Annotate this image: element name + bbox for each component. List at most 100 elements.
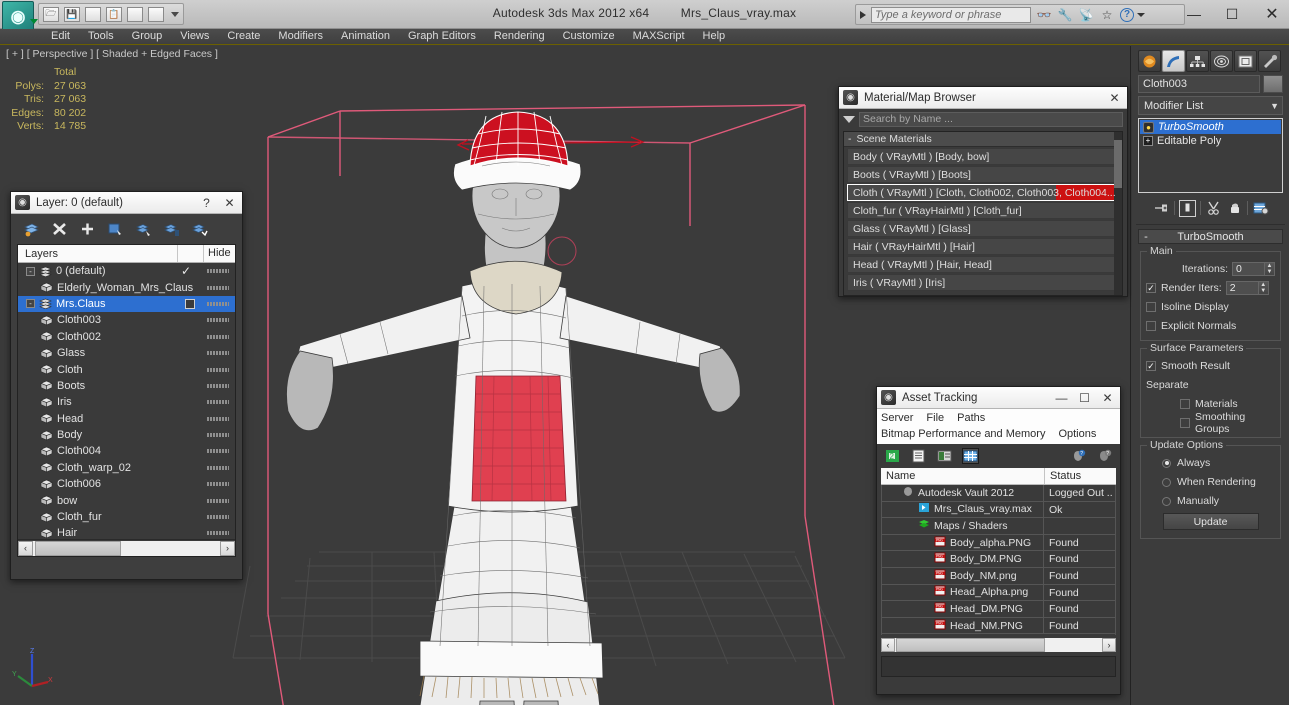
help-icon[interactable]: ? xyxy=(1120,7,1134,22)
render-iters-checkbox[interactable]: ✓ xyxy=(1146,283,1156,293)
menu-item-create[interactable]: Create xyxy=(218,29,269,44)
asset-menu-bitmap-performance[interactable]: Bitmap Performance and Memory xyxy=(881,428,1045,440)
utilities-tab-icon[interactable] xyxy=(1258,50,1281,72)
layer-horizontal-scrollbar[interactable]: ‹ › xyxy=(18,539,235,556)
satellite-icon[interactable]: 📡 xyxy=(1078,8,1094,22)
asset-maximize-button[interactable]: ☐ xyxy=(1076,390,1093,406)
isoline-display-row[interactable]: Isoline Display xyxy=(1146,299,1275,315)
layer-manager-dialog[interactable]: ◉ Layer: 0 (default) ? ✕ Layers Hide - 0… xyxy=(10,191,243,580)
menu-item-customize[interactable]: Customize xyxy=(554,29,624,44)
isoline-display-checkbox[interactable] xyxy=(1146,302,1156,312)
always-row[interactable]: Always xyxy=(1146,455,1275,471)
add-selection-to-layer-icon[interactable] xyxy=(163,221,180,237)
layer-hide-toggle[interactable] xyxy=(207,367,229,372)
scene-materials-collapse-icon[interactable]: - xyxy=(848,133,852,145)
motion-tab-icon[interactable] xyxy=(1210,50,1233,72)
menu-item-tools[interactable]: Tools xyxy=(79,29,123,44)
menu-item-maxscript[interactable]: MAXScript xyxy=(624,29,694,44)
list-view-icon[interactable] xyxy=(910,448,927,464)
scene-materials-group-header[interactable]: - Scene Materials xyxy=(844,132,1122,147)
update-button[interactable]: Update xyxy=(1162,513,1259,530)
lightbulb-icon[interactable]: ● xyxy=(1143,121,1154,133)
asset-scroll-thumb[interactable] xyxy=(896,637,1046,652)
layer-hide-toggle[interactable] xyxy=(207,318,229,323)
asset-close-button[interactable]: ✕ xyxy=(1099,390,1116,406)
layer-row[interactable]: Cloth xyxy=(18,361,235,377)
maximize-button[interactable]: ☐ xyxy=(1213,2,1251,26)
explicit-normals-row[interactable]: Explicit Normals xyxy=(1146,318,1275,334)
layer-expand-icon[interactable]: - xyxy=(26,299,35,309)
layer-scroll-right-icon[interactable]: › xyxy=(220,540,235,556)
viewport-label[interactable]: [ + ] [ Perspective ] [ Shaded + Edged F… xyxy=(6,48,218,60)
menu-item-animation[interactable]: Animation xyxy=(332,29,399,44)
matbrowser-title-bar[interactable]: ◉ Material/Map Browser ✕ xyxy=(839,87,1127,109)
asset-row[interactable]: Autodesk Vault 2012 Logged Out .. xyxy=(882,485,1115,502)
layer-row[interactable]: Hair xyxy=(18,525,235,539)
material-item[interactable]: Iris ( VRayMtl ) [Iris] xyxy=(847,274,1119,291)
expand-plus-icon[interactable]: + xyxy=(1143,136,1153,146)
search-expand-icon[interactable] xyxy=(860,10,866,19)
smooth-result-checkbox[interactable]: ✓ xyxy=(1146,361,1156,371)
layer-row[interactable]: - Mrs.Claus xyxy=(18,295,235,313)
iterations-spinner[interactable]: 0 ▲ ▼ xyxy=(1232,262,1275,276)
matbrowser-search-input[interactable]: Search by Name ... xyxy=(859,111,1123,127)
layer-hide-toggle[interactable] xyxy=(207,449,229,454)
when-rendering-row[interactable]: When Rendering xyxy=(1146,474,1275,490)
menu-item-views[interactable]: Views xyxy=(171,29,218,44)
menu-item-help[interactable]: Help xyxy=(694,29,735,44)
render-iters-value[interactable]: 2 xyxy=(1225,281,1259,295)
grid-view-icon[interactable] xyxy=(962,448,979,464)
layer-expand-icon[interactable]: - xyxy=(26,266,35,276)
matbrowser-vertical-scrollbar[interactable] xyxy=(1114,132,1122,295)
layer-row[interactable]: Cloth003 xyxy=(18,312,235,328)
star-icon[interactable]: ☆ xyxy=(1099,8,1115,22)
layer-scroll-left-icon[interactable]: ‹ xyxy=(18,540,33,556)
current-layer-check-icon[interactable]: ✓ xyxy=(181,264,191,278)
asset-title-bar[interactable]: ◉ Asset Tracking — ☐ ✕ xyxy=(877,387,1120,409)
help-dropdown-icon[interactable] xyxy=(1137,12,1145,17)
modifier-stack-item-turbosmooth[interactable]: ● TurboSmooth xyxy=(1140,120,1281,134)
iterations-spinner-arrows[interactable]: ▲ ▼ xyxy=(1265,262,1275,276)
layer-row[interactable]: Cloth_warp_02 xyxy=(18,460,235,476)
layer-help-button[interactable]: ? xyxy=(198,195,215,211)
asset-table-rows[interactable]: Autodesk Vault 2012 Logged Out .. Mrs_Clau… xyxy=(881,485,1116,635)
vault-checkout-icon[interactable]: ? xyxy=(1096,448,1113,464)
layer-hide-toggle[interactable] xyxy=(207,531,229,536)
material-item[interactable]: Boots ( VRayMtl ) [Boots] xyxy=(847,166,1119,183)
asset-row[interactable]: PNG Head_NM.PNG Found xyxy=(882,617,1115,635)
asset-row[interactable]: Maps / Shaders xyxy=(882,518,1115,535)
layer-close-button[interactable]: ✕ xyxy=(221,195,238,211)
asset-scroll-track[interactable] xyxy=(895,637,1102,652)
select-highlighted-objects-icon[interactable] xyxy=(135,221,152,237)
hierarchy-tab-icon[interactable] xyxy=(1186,50,1209,72)
layer-row[interactable]: bow xyxy=(18,492,235,508)
layer-row[interactable]: Cloth004 xyxy=(18,443,235,459)
always-radio[interactable] xyxy=(1162,458,1171,468)
material-item[interactable]: Cloth ( VRayMtl ) [Cloth, Cloth002, Clot… xyxy=(847,184,1119,201)
layer-hide-toggle[interactable] xyxy=(207,301,229,306)
asset-row[interactable]: PNG Head_DM.PNG Found xyxy=(882,601,1115,618)
layer-row[interactable]: - 0 (default) ✓ xyxy=(18,263,235,279)
pin-stack-icon[interactable] xyxy=(1153,200,1170,217)
configure-sets-icon[interactable] xyxy=(1252,200,1269,217)
close-button[interactable]: ✕ xyxy=(1253,2,1289,26)
select-objects-in-layer-icon[interactable] xyxy=(107,221,124,237)
asset-scroll-left-icon[interactable]: ‹ xyxy=(881,637,895,652)
new-layer-icon[interactable] xyxy=(23,221,40,237)
material-item[interactable]: Glass ( VRayMtl ) [Glass] xyxy=(847,220,1119,237)
asset-menu-options[interactable]: Options xyxy=(1058,428,1096,440)
asset-menu-server[interactable]: Server xyxy=(881,412,913,424)
layer-scroll-track[interactable] xyxy=(33,540,220,556)
modifier-list-dropdown[interactable]: Modifier List ▼ xyxy=(1138,96,1283,115)
add-layer-icon[interactable] xyxy=(79,221,96,237)
menu-item-edit[interactable]: Edit xyxy=(42,29,79,44)
asset-menu-paths[interactable]: Paths xyxy=(957,412,985,424)
material-item[interactable]: Cloth_fur ( VRayHairMtl ) [Cloth_fur] xyxy=(847,202,1119,219)
smooth-result-row[interactable]: ✓ Smooth Result xyxy=(1146,358,1275,374)
when-rendering-radio[interactable] xyxy=(1162,477,1171,487)
binoculars-icon[interactable]: 👓 xyxy=(1036,8,1052,22)
modify-tab-icon[interactable] xyxy=(1162,50,1185,72)
refresh-icon[interactable]: 2 xyxy=(884,448,901,464)
layer-row[interactable]: Cloth_fur xyxy=(18,509,235,525)
manually-radio[interactable] xyxy=(1162,496,1171,506)
